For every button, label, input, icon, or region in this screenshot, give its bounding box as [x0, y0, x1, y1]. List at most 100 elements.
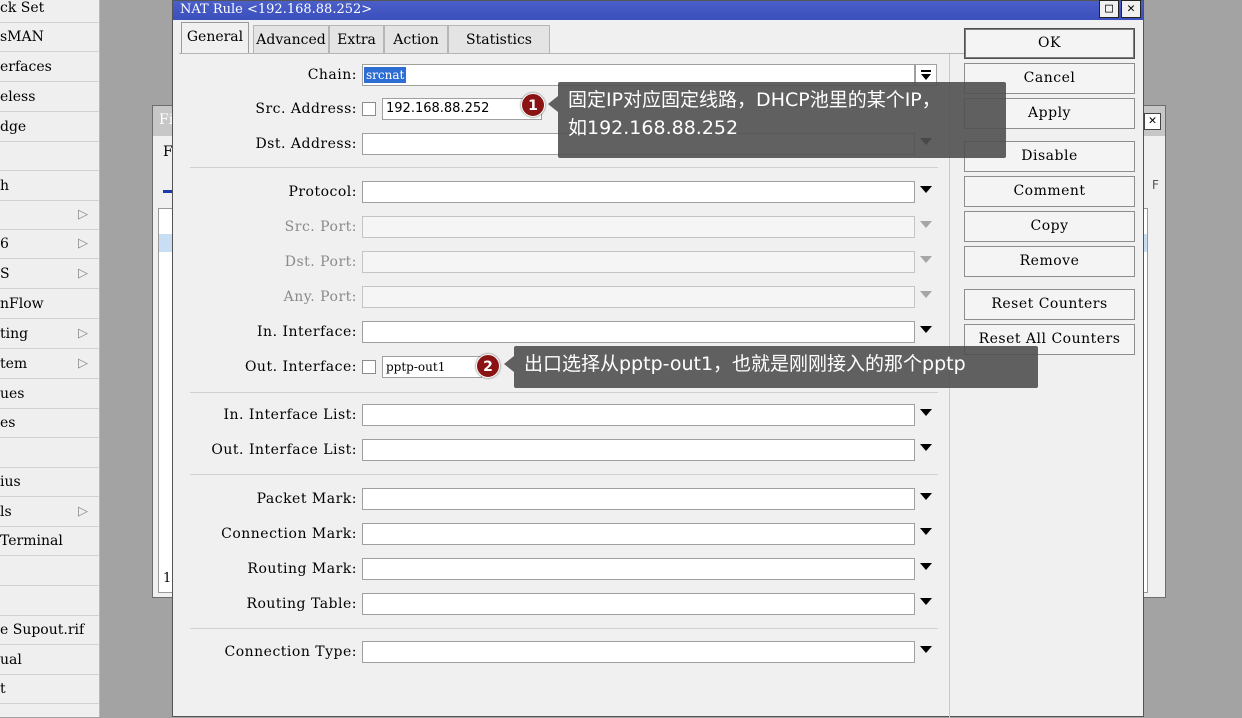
section-divider [190, 628, 938, 629]
filter-label[interactable]: F [1152, 178, 1159, 192]
menu-item[interactable]: e Supout.rif [0, 616, 99, 645]
menu-item[interactable]: ls ▷ [0, 498, 99, 527]
menu-item[interactable]: t [0, 675, 99, 704]
any-port-label: Any. Port: [283, 289, 357, 305]
menu-item-label: ius [0, 474, 21, 490]
connection-type-label: Connection Type: [224, 644, 357, 660]
section-divider [190, 392, 938, 393]
menu-item[interactable]: S ▷ [0, 260, 99, 289]
copy-button[interactable]: Copy [964, 211, 1135, 242]
menu-item[interactable]: dge [0, 113, 99, 142]
packet-mark-label: Packet Mark: [256, 491, 357, 507]
routing-table-label: Routing Table: [246, 596, 357, 612]
dst-address-label: Dst. Address: [255, 136, 357, 152]
src-port-dropdown-icon [920, 221, 932, 228]
menu-item-label: eless [0, 89, 36, 105]
connection-mark-row: Connection Mark: [173, 522, 953, 546]
menu-item[interactable]: ting ▷ [0, 320, 99, 349]
packet-mark-field[interactable] [362, 488, 915, 510]
close-icon[interactable]: ✕ [1121, 0, 1141, 18]
menu-item[interactable]: tem ▷ [0, 350, 99, 379]
out-interface-label: Out. Interface: [244, 359, 357, 375]
menu-item-label: ual [0, 652, 22, 668]
routing-table-field[interactable] [362, 593, 915, 615]
annotation-badge-2: 2 [476, 354, 500, 378]
out-interface-list-dropdown-icon[interactable] [920, 444, 932, 451]
connection-mark-label: Connection Mark: [221, 526, 357, 542]
menu-item-label: ting [0, 326, 29, 342]
routing-mark-dropdown-icon[interactable] [920, 563, 932, 570]
menu-item-label: ck Set [0, 0, 45, 16]
menu-item-label: S [0, 266, 10, 282]
menu-item[interactable] [0, 439, 99, 468]
tab-advanced[interactable]: Advanced [253, 25, 329, 53]
menu-item[interactable] [0, 142, 99, 171]
in-interface-dropdown-icon[interactable] [920, 326, 932, 333]
out-interface-negate-checkbox[interactable] [362, 360, 376, 374]
reset-counters-button[interactable]: Reset Counters [964, 289, 1135, 320]
menu-item[interactable]: erfaces [0, 53, 99, 82]
maximize-icon[interactable]: □ [1099, 0, 1119, 18]
submenu-arrow-icon: ▷ [78, 326, 88, 341]
menu-item-label: tem [0, 356, 28, 372]
routing-mark-label: Routing Mark: [247, 561, 357, 577]
src-address-field[interactable]: 192.168.88.252 [382, 98, 542, 120]
left-menu: ck Set sMAN erfaces eless dge h ▷ 6 ▷ S ▷ … [0, 0, 100, 717]
submenu-arrow-icon: ▷ [78, 207, 88, 222]
out-interface-list-field[interactable] [362, 439, 915, 461]
menu-item[interactable]: ues [0, 380, 99, 409]
src-address-negate-checkbox[interactable] [362, 102, 376, 116]
menu-item[interactable]: ius [0, 468, 99, 497]
menu-item-label: t [0, 681, 6, 697]
menu-item[interactable]: sMAN [0, 23, 99, 52]
menu-item-label: 6 [0, 236, 9, 252]
annotation-2-line1: 出口选择从pptp-out1，也就是刚刚接入的那个pptp [524, 353, 966, 375]
dialog-titlebar[interactable]: NAT Rule <192.168.88.252> □ ✕ [173, 0, 1143, 20]
in-interface-list-field[interactable] [362, 404, 915, 426]
remove-button[interactable]: Remove [964, 246, 1135, 277]
menu-item-label: ues [0, 386, 25, 402]
menu-item-label: dge [0, 119, 27, 135]
menu-item[interactable]: es [0, 409, 99, 438]
submenu-arrow-icon: ▷ [78, 236, 88, 251]
out-interface-list-label: Out. Interface List: [211, 442, 357, 458]
menu-item[interactable]: h [0, 172, 99, 201]
connection-mark-field[interactable] [362, 523, 915, 545]
protocol-field[interactable] [362, 181, 915, 203]
routing-mark-field[interactable] [362, 558, 915, 580]
annotation-callout-1: 固定IP对应固定线路，DHCP池里的某个IP， 如192.168.88.252 [548, 82, 1006, 158]
routing-table-dropdown-icon[interactable] [920, 598, 932, 605]
chain-value: srcnat [364, 67, 407, 83]
menu-item[interactable]: ual [0, 646, 99, 675]
menu-item[interactable] [0, 587, 99, 616]
any-port-row: Any. Port: [173, 285, 953, 309]
in-interface-label: In. Interface: [257, 324, 357, 340]
out-interface-field[interactable]: pptp-out1 [382, 356, 482, 378]
connection-type-field[interactable] [362, 641, 915, 663]
ok-button[interactable]: OK [964, 28, 1135, 59]
menu-item[interactable]: eless [0, 83, 99, 112]
packet-mark-dropdown-icon[interactable] [920, 493, 932, 500]
menu-item[interactable]: 6 ▷ [0, 230, 99, 259]
section-divider [190, 474, 938, 475]
connection-type-dropdown-icon[interactable] [920, 646, 932, 653]
tab-action[interactable]: Action [384, 25, 448, 53]
tab-general[interactable]: General [181, 22, 249, 54]
menu-item[interactable]: nFlow [0, 290, 99, 319]
item-count: 1 [163, 571, 172, 586]
menu-item[interactable]: Terminal [0, 527, 99, 556]
comment-button[interactable]: Comment [964, 176, 1135, 207]
menu-item[interactable]: ck Set [0, 0, 99, 23]
in-interface-list-dropdown-icon[interactable] [920, 409, 932, 416]
tab-statistics[interactable]: Statistics [448, 25, 550, 53]
menu-item[interactable]: ▷ [0, 201, 99, 230]
tab-extra[interactable]: Extra [329, 25, 384, 53]
in-interface-field[interactable] [362, 321, 915, 343]
protocol-dropdown-icon[interactable] [920, 186, 932, 193]
close-icon[interactable]: ✕ [1144, 113, 1161, 130]
annotation-callout-2: 出口选择从pptp-out1，也就是刚刚接入的那个pptp [504, 346, 1038, 388]
annotation-badge-1: 1 [521, 93, 545, 117]
menu-item[interactable] [0, 557, 99, 586]
protocol-row: Protocol: [173, 180, 953, 204]
connection-mark-dropdown-icon[interactable] [920, 528, 932, 535]
